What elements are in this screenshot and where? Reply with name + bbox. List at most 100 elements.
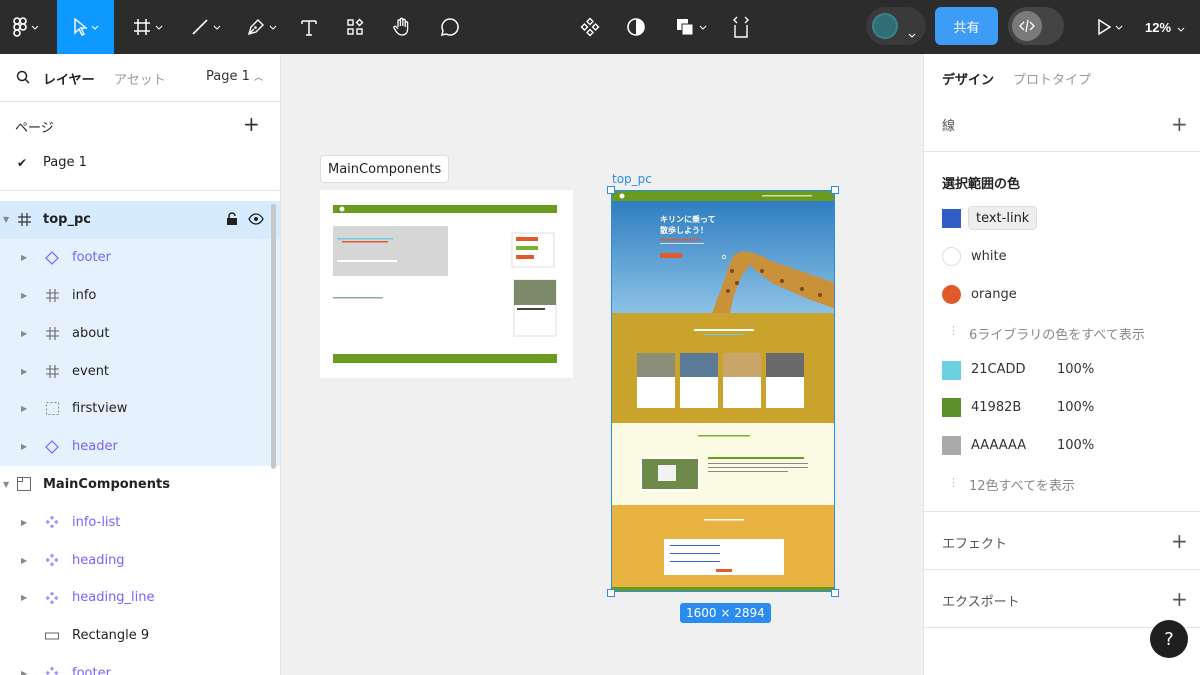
multiplayer-button[interactable] xyxy=(866,7,926,45)
color-swatch[interactable] xyxy=(942,285,961,304)
mask-button[interactable] xyxy=(618,0,654,54)
frame-tool-icon xyxy=(133,18,151,36)
layer-footer[interactable]: ▶ footer xyxy=(0,238,280,277)
caret-right-icon[interactable]: ▶ xyxy=(21,556,27,565)
divider xyxy=(0,190,280,191)
color-swatch[interactable] xyxy=(942,209,961,228)
color-hex[interactable]: 21CADD xyxy=(971,362,1026,377)
main-menu-button[interactable] xyxy=(0,0,52,54)
tab-assets[interactable]: アセット xyxy=(114,69,166,88)
top-pc-frame[interactable]: キリンに乗って 散歩しよう！ xyxy=(611,190,835,592)
add-page-button[interactable]: + xyxy=(243,114,260,134)
dev-mode-toggle[interactable] xyxy=(1008,7,1064,45)
frame-tool-button[interactable] xyxy=(124,0,172,54)
figma-menu-icon xyxy=(13,17,27,37)
hand-tool-icon xyxy=(392,17,412,37)
style-chip-text-link[interactable]: text-link xyxy=(968,206,1038,230)
move-tool-button[interactable] xyxy=(57,0,114,54)
line-tool-button[interactable] xyxy=(182,0,230,54)
top-pc-mockup: キリンに乗って 散歩しよう！ xyxy=(612,191,834,591)
layer-heading[interactable]: ▶ heading xyxy=(0,541,280,579)
zoom-dropdown[interactable]: 12% xyxy=(1145,0,1185,54)
tab-design[interactable]: デザイン xyxy=(942,69,994,88)
crop-icon xyxy=(731,16,751,38)
layer-info[interactable]: ▶ info xyxy=(0,276,280,315)
show-library-colors-link[interactable]: 6ライブラリの色をすべて表示 xyxy=(969,324,1145,343)
resources-button[interactable] xyxy=(338,0,372,54)
resize-handle[interactable] xyxy=(831,589,839,597)
caret-right-icon[interactable]: ▶ xyxy=(21,329,27,338)
layer-footer-component[interactable]: ▶ footer xyxy=(0,655,280,675)
resize-handle[interactable] xyxy=(831,186,839,194)
color-hex[interactable]: 41982B xyxy=(971,400,1021,415)
color-swatch[interactable] xyxy=(942,436,961,455)
tab-prototype[interactable]: プロトタイプ xyxy=(1013,69,1091,88)
page-item[interactable]: ✔ Page 1 xyxy=(17,155,87,170)
caret-down-icon[interactable]: ▼ xyxy=(3,480,9,489)
pen-tool-button[interactable] xyxy=(240,0,284,54)
caret-right-icon[interactable]: ▶ xyxy=(21,442,27,451)
color-hex[interactable]: AAAAAA xyxy=(971,438,1026,453)
color-swatch[interactable] xyxy=(942,247,961,266)
boolean-button[interactable] xyxy=(666,0,716,54)
caret-right-icon[interactable]: ▶ xyxy=(21,291,27,300)
show-all-colors-link[interactable]: 12色すべてを表示 xyxy=(969,475,1075,494)
divider xyxy=(924,511,1200,512)
caret-down-icon[interactable]: ▼ xyxy=(3,215,9,224)
layer-rectangle-9[interactable]: Rectangle 9 xyxy=(0,617,280,655)
layer-heading-line[interactable]: ▶ heading_line xyxy=(0,579,280,617)
layer-info-list[interactable]: ▶ info-list xyxy=(0,503,280,541)
share-button[interactable]: 共有 xyxy=(935,7,998,45)
help-button[interactable]: ? xyxy=(1150,620,1188,658)
layer-label: firstview xyxy=(72,401,128,417)
color-swatch[interactable] xyxy=(942,361,961,380)
resize-handle[interactable] xyxy=(607,186,615,194)
layer-firstview[interactable]: ▶ firstview xyxy=(0,389,280,428)
main-components-label[interactable]: MainComponents xyxy=(320,155,450,183)
layers-scrollbar[interactable] xyxy=(271,204,276,469)
hand-tool-button[interactable] xyxy=(384,0,420,54)
eye-icon[interactable] xyxy=(248,213,264,229)
add-effect-button[interactable]: + xyxy=(1171,531,1188,551)
caret-right-icon[interactable]: ▶ xyxy=(21,367,27,376)
selection-colors-title: 選択範囲の色 xyxy=(942,177,1021,192)
section-frame-icon xyxy=(16,476,32,492)
caret-right-icon[interactable]: ▶ xyxy=(21,404,27,413)
component-button[interactable] xyxy=(572,0,608,54)
boolean-icon xyxy=(675,17,695,37)
layer-maincomponents[interactable]: ▼ MainComponents xyxy=(0,466,280,504)
search-icon[interactable] xyxy=(16,69,30,88)
style-name[interactable]: orange xyxy=(971,287,1017,302)
caret-right-icon[interactable]: ▶ xyxy=(21,518,27,527)
layer-header[interactable]: ▶ header xyxy=(0,427,280,466)
page-selector[interactable]: Page 1 ︿ xyxy=(206,69,263,84)
caret-right-icon[interactable]: ▶ xyxy=(21,253,27,262)
color-opacity[interactable]: 100% xyxy=(1057,438,1094,453)
style-name[interactable]: white xyxy=(971,249,1007,264)
layer-label: heading xyxy=(72,552,125,568)
layer-event[interactable]: ▶ event xyxy=(0,352,280,390)
caret-right-icon[interactable]: ▶ xyxy=(21,669,27,675)
caret-right-icon[interactable]: ▶ xyxy=(21,593,27,602)
color-swatch[interactable] xyxy=(942,398,961,417)
present-button[interactable] xyxy=(1088,0,1132,54)
chevron-down-icon xyxy=(213,25,221,30)
style-name: text-link xyxy=(976,210,1030,226)
add-stroke-button[interactable]: + xyxy=(1171,114,1188,134)
color-opacity[interactable]: 100% xyxy=(1057,362,1094,377)
main-components-frame[interactable] xyxy=(320,190,573,378)
layer-top-pc[interactable]: ▼ top_pc xyxy=(0,201,280,239)
page-selector-label: Page 1 xyxy=(206,69,250,84)
crop-button[interactable] xyxy=(724,0,758,54)
canvas[interactable]: MainComponents top_pc キリンに乗って 散歩しよう！ 160… xyxy=(281,54,923,675)
unlock-icon[interactable] xyxy=(226,212,238,230)
tab-layers[interactable]: レイヤー xyxy=(43,69,95,88)
text-tool-button[interactable] xyxy=(292,0,326,54)
comment-tool-button[interactable] xyxy=(432,0,468,54)
resize-handle[interactable] xyxy=(607,589,615,597)
layer-about[interactable]: ▶ about xyxy=(0,314,280,353)
add-export-button[interactable]: + xyxy=(1171,589,1188,609)
color-opacity[interactable]: 100% xyxy=(1057,400,1094,415)
top-pc-frame-label[interactable]: top_pc xyxy=(612,172,652,186)
stroke-section-title: 線 xyxy=(942,119,956,134)
